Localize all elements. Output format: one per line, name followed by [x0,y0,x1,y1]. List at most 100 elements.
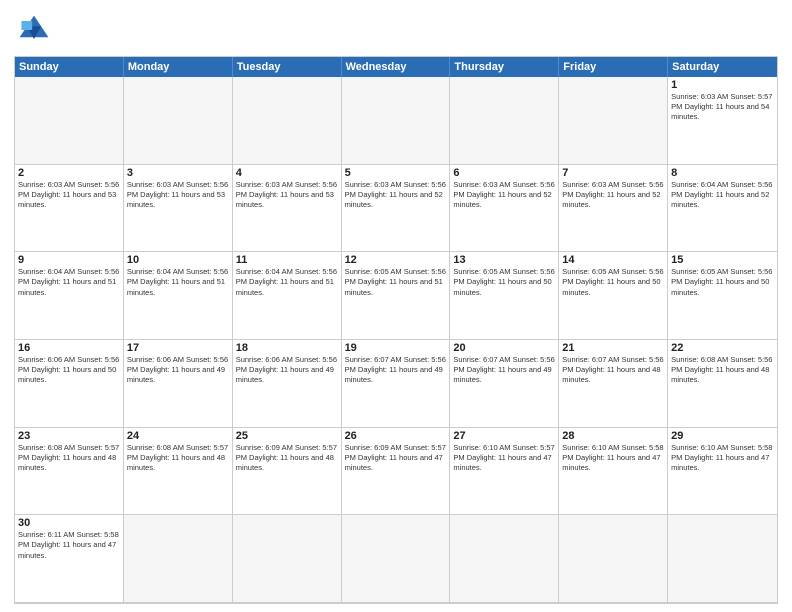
day-number: 3 [127,167,229,179]
calendar-day-1: 1Sunrise: 6:03 AM Sunset: 5:57 PM Daylig… [668,77,777,165]
calendar-empty-cell [450,77,559,165]
calendar-day-6: 6Sunrise: 6:03 AM Sunset: 5:56 PM Daylig… [450,165,559,253]
calendar-day-14: 14Sunrise: 6:05 AM Sunset: 5:56 PM Dayli… [559,252,668,340]
day-number: 21 [562,342,664,354]
day-info: Sunrise: 6:05 AM Sunset: 5:56 PM Dayligh… [345,267,447,297]
header [14,12,778,48]
day-number: 13 [453,254,555,266]
day-number: 6 [453,167,555,179]
day-headers: SundayMondayTuesdayWednesdayThursdayFrid… [15,57,777,77]
calendar-day-17: 17Sunrise: 6:06 AM Sunset: 5:56 PM Dayli… [124,340,233,428]
calendar-day-30: 30Sunrise: 6:11 AM Sunset: 5:58 PM Dayli… [15,515,124,603]
calendar-day-7: 7Sunrise: 6:03 AM Sunset: 5:56 PM Daylig… [559,165,668,253]
calendar-day-12: 12Sunrise: 6:05 AM Sunset: 5:56 PM Dayli… [342,252,451,340]
day-info: Sunrise: 6:06 AM Sunset: 5:56 PM Dayligh… [236,355,338,385]
day-number: 27 [453,430,555,442]
day-header-monday: Monday [124,57,233,77]
day-number: 11 [236,254,338,266]
day-info: Sunrise: 6:04 AM Sunset: 5:56 PM Dayligh… [18,267,120,297]
day-info: Sunrise: 6:08 AM Sunset: 5:57 PM Dayligh… [18,443,120,473]
calendar-day-24: 24Sunrise: 6:08 AM Sunset: 5:57 PM Dayli… [124,428,233,516]
calendar-day-18: 18Sunrise: 6:06 AM Sunset: 5:56 PM Dayli… [233,340,342,428]
day-info: Sunrise: 6:09 AM Sunset: 5:57 PM Dayligh… [345,443,447,473]
calendar-day-19: 19Sunrise: 6:07 AM Sunset: 5:56 PM Dayli… [342,340,451,428]
day-info: Sunrise: 6:05 AM Sunset: 5:56 PM Dayligh… [562,267,664,297]
calendar-day-15: 15Sunrise: 6:05 AM Sunset: 5:56 PM Dayli… [668,252,777,340]
day-info: Sunrise: 6:03 AM Sunset: 5:56 PM Dayligh… [453,180,555,210]
day-number: 10 [127,254,229,266]
day-info: Sunrise: 6:10 AM Sunset: 5:57 PM Dayligh… [453,443,555,473]
calendar-body: 1Sunrise: 6:03 AM Sunset: 5:57 PM Daylig… [15,77,777,603]
logo [14,12,60,48]
day-info: Sunrise: 6:03 AM Sunset: 5:56 PM Dayligh… [18,180,120,210]
calendar-day-29: 29Sunrise: 6:10 AM Sunset: 5:58 PM Dayli… [668,428,777,516]
calendar-day-9: 9Sunrise: 6:04 AM Sunset: 5:56 PM Daylig… [15,252,124,340]
calendar-day-22: 22Sunrise: 6:08 AM Sunset: 5:56 PM Dayli… [668,340,777,428]
calendar-day-28: 28Sunrise: 6:10 AM Sunset: 5:58 PM Dayli… [559,428,668,516]
day-number: 17 [127,342,229,354]
calendar-day-3: 3Sunrise: 6:03 AM Sunset: 5:56 PM Daylig… [124,165,233,253]
day-header-sunday: Sunday [15,57,124,77]
calendar: SundayMondayTuesdayWednesdayThursdayFrid… [14,56,778,604]
day-number: 23 [18,430,120,442]
day-info: Sunrise: 6:07 AM Sunset: 5:56 PM Dayligh… [562,355,664,385]
calendar-empty-cell [342,77,451,165]
day-number: 4 [236,167,338,179]
calendar-day-10: 10Sunrise: 6:04 AM Sunset: 5:56 PM Dayli… [124,252,233,340]
day-info: Sunrise: 6:09 AM Sunset: 5:57 PM Dayligh… [236,443,338,473]
calendar-empty-cell [450,515,559,603]
calendar-empty-cell [668,515,777,603]
page: SundayMondayTuesdayWednesdayThursdayFrid… [0,0,792,612]
calendar-day-5: 5Sunrise: 6:03 AM Sunset: 5:56 PM Daylig… [342,165,451,253]
day-number: 25 [236,430,338,442]
day-number: 26 [345,430,447,442]
day-info: Sunrise: 6:04 AM Sunset: 5:56 PM Dayligh… [236,267,338,297]
day-info: Sunrise: 6:06 AM Sunset: 5:56 PM Dayligh… [18,355,120,385]
day-number: 12 [345,254,447,266]
calendar-day-4: 4Sunrise: 6:03 AM Sunset: 5:56 PM Daylig… [233,165,342,253]
day-number: 9 [18,254,120,266]
day-number: 15 [671,254,774,266]
calendar-day-26: 26Sunrise: 6:09 AM Sunset: 5:57 PM Dayli… [342,428,451,516]
day-number: 18 [236,342,338,354]
day-number: 24 [127,430,229,442]
day-info: Sunrise: 6:07 AM Sunset: 5:56 PM Dayligh… [453,355,555,385]
calendar-day-16: 16Sunrise: 6:06 AM Sunset: 5:56 PM Dayli… [15,340,124,428]
calendar-day-11: 11Sunrise: 6:04 AM Sunset: 5:56 PM Dayli… [233,252,342,340]
day-info: Sunrise: 6:03 AM Sunset: 5:56 PM Dayligh… [127,180,229,210]
day-info: Sunrise: 6:05 AM Sunset: 5:56 PM Dayligh… [453,267,555,297]
day-number: 14 [562,254,664,266]
day-number: 1 [671,79,774,91]
day-info: Sunrise: 6:10 AM Sunset: 5:58 PM Dayligh… [562,443,664,473]
day-info: Sunrise: 6:06 AM Sunset: 5:56 PM Dayligh… [127,355,229,385]
day-info: Sunrise: 6:11 AM Sunset: 5:58 PM Dayligh… [18,530,120,560]
calendar-day-27: 27Sunrise: 6:10 AM Sunset: 5:57 PM Dayli… [450,428,559,516]
calendar-empty-cell [124,515,233,603]
day-number: 16 [18,342,120,354]
calendar-day-8: 8Sunrise: 6:04 AM Sunset: 5:56 PM Daylig… [668,165,777,253]
calendar-empty-cell [342,515,451,603]
day-info: Sunrise: 6:03 AM Sunset: 5:57 PM Dayligh… [671,92,774,122]
day-number: 7 [562,167,664,179]
day-number: 2 [18,167,120,179]
day-number: 8 [671,167,774,179]
day-header-saturday: Saturday [668,57,777,77]
day-info: Sunrise: 6:03 AM Sunset: 5:56 PM Dayligh… [562,180,664,210]
day-info: Sunrise: 6:10 AM Sunset: 5:58 PM Dayligh… [671,443,774,473]
day-info: Sunrise: 6:04 AM Sunset: 5:56 PM Dayligh… [127,267,229,297]
day-header-thursday: Thursday [450,57,559,77]
calendar-empty-cell [124,77,233,165]
day-info: Sunrise: 6:08 AM Sunset: 5:56 PM Dayligh… [671,355,774,385]
calendar-day-23: 23Sunrise: 6:08 AM Sunset: 5:57 PM Dayli… [15,428,124,516]
calendar-empty-cell [559,77,668,165]
day-info: Sunrise: 6:05 AM Sunset: 5:56 PM Dayligh… [671,267,774,297]
calendar-empty-cell [15,77,124,165]
calendar-day-13: 13Sunrise: 6:05 AM Sunset: 5:56 PM Dayli… [450,252,559,340]
day-header-wednesday: Wednesday [342,57,451,77]
day-info: Sunrise: 6:08 AM Sunset: 5:57 PM Dayligh… [127,443,229,473]
day-info: Sunrise: 6:04 AM Sunset: 5:56 PM Dayligh… [671,180,774,210]
day-info: Sunrise: 6:07 AM Sunset: 5:56 PM Dayligh… [345,355,447,385]
logo-icon [14,12,54,48]
day-number: 5 [345,167,447,179]
day-info: Sunrise: 6:03 AM Sunset: 5:56 PM Dayligh… [236,180,338,210]
